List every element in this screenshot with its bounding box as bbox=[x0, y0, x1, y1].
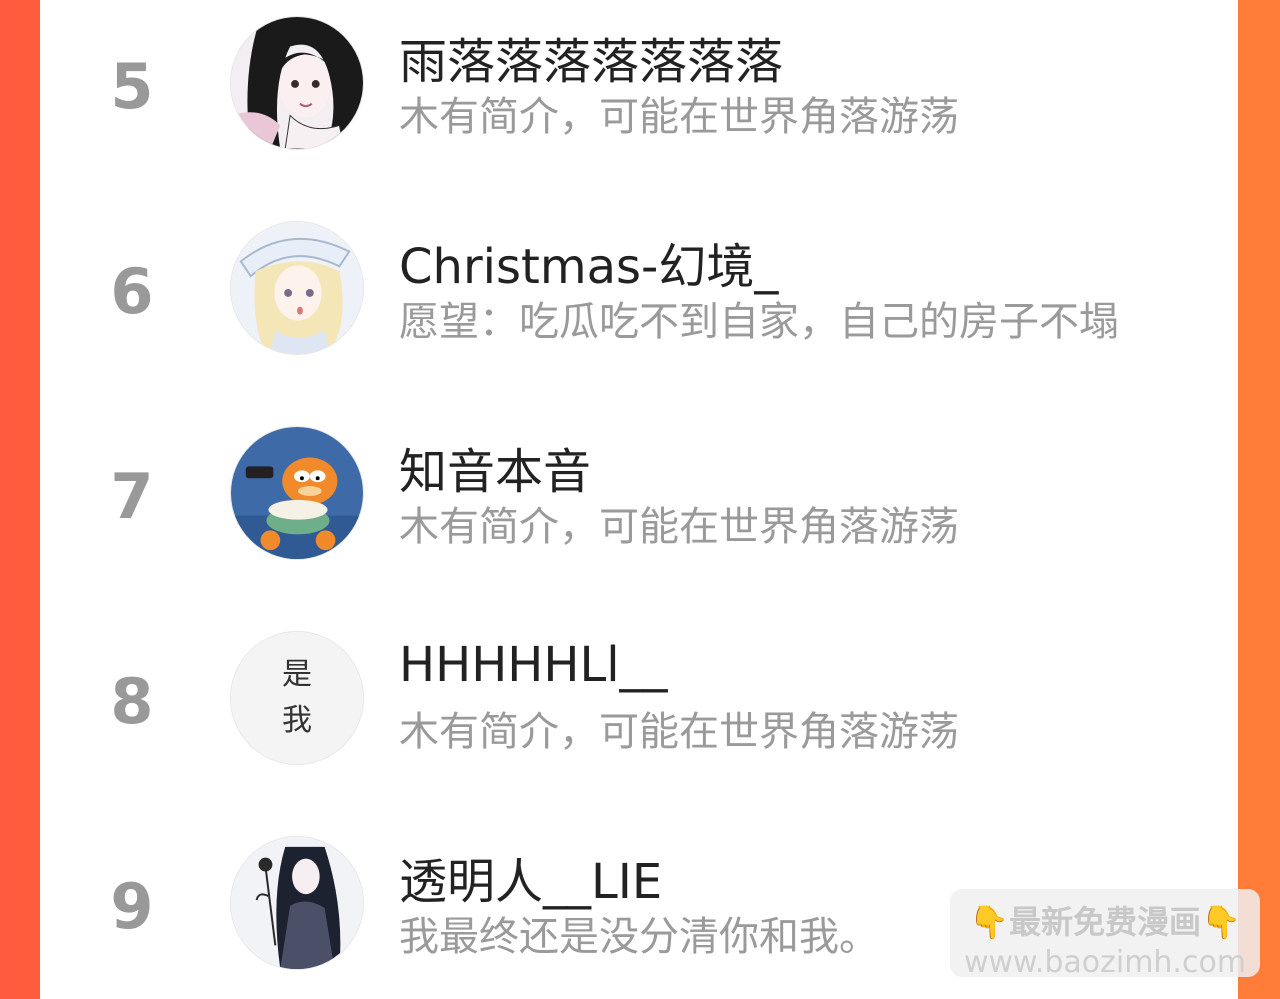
list-item[interactable]: 7 知音本音 木有简介，可能在世界角落游荡 bbox=[40, 410, 1238, 614]
user-name[interactable]: 知音本音 bbox=[399, 432, 591, 502]
user-bio: 木有简介，可能在世界角落游荡 bbox=[399, 504, 959, 550]
anime-girl-blonde-hat-avatar-icon[interactable] bbox=[230, 221, 364, 355]
rank-number: 6 bbox=[110, 255, 154, 328]
user-bio: 木有简介，可能在世界角落游荡 bbox=[399, 94, 959, 140]
ranking-panel: 5 雨落落落落落落落 木有简介，可能在世界角落游荡 6 Christmas-幻境… bbox=[40, 0, 1238, 999]
user-bio: 木有简介，可能在世界角落游荡 bbox=[399, 709, 959, 755]
rank-number: 5 bbox=[110, 50, 154, 123]
text-avatar-icon[interactable]: 是 我 bbox=[230, 631, 364, 765]
user-name[interactable]: Christmas-幻境_ bbox=[399, 227, 778, 297]
watermark-title: 最新免费漫画 bbox=[1008, 903, 1201, 941]
avatar-text: 是 我 bbox=[231, 632, 363, 764]
list-item[interactable]: 5 雨落落落落落落落 木有简介，可能在世界角落游荡 bbox=[40, 0, 1238, 204]
avatar-text-line: 是 bbox=[282, 657, 312, 692]
user-name[interactable]: 雨落落落落落落落 bbox=[399, 22, 783, 92]
user-bio: 我最终还是没分清你和我。 bbox=[399, 914, 879, 960]
user-name[interactable]: HHHHHLl__ bbox=[399, 637, 668, 693]
watermark-title-line: 👇最新免费漫画👇 bbox=[960, 897, 1250, 943]
pointing-down-hand-icon: 👇 bbox=[969, 903, 1009, 941]
watermark: 👇最新免费漫画👇 www.baozimh.com bbox=[950, 889, 1260, 980]
anime-girl-dark-hair-avatar-icon[interactable] bbox=[230, 16, 364, 150]
girl-with-flower-avatar-icon[interactable] bbox=[230, 836, 364, 970]
watermark-url: www.baozimh.com bbox=[963, 945, 1247, 980]
rank-number: 9 bbox=[110, 870, 154, 943]
list-item[interactable]: 6 Christmas-幻境_ 愿望：吃瓜吃不到自家，自己的房子不塌 bbox=[40, 205, 1238, 409]
avatar-text-line: 我 bbox=[282, 703, 312, 738]
pointing-down-hand-icon: 👇 bbox=[1201, 903, 1241, 941]
rank-number: 8 bbox=[110, 665, 154, 738]
list-item[interactable]: 8 是 我 HHHHHLl__ 木有简介，可能在世界角落游荡 bbox=[40, 615, 1238, 819]
garfield-popcorn-avatar-icon[interactable] bbox=[230, 426, 364, 560]
user-bio: 愿望：吃瓜吃不到自家，自己的房子不塌 bbox=[399, 299, 1119, 345]
user-name[interactable]: 透明人__LIE bbox=[399, 842, 662, 912]
rank-number: 7 bbox=[110, 460, 154, 533]
